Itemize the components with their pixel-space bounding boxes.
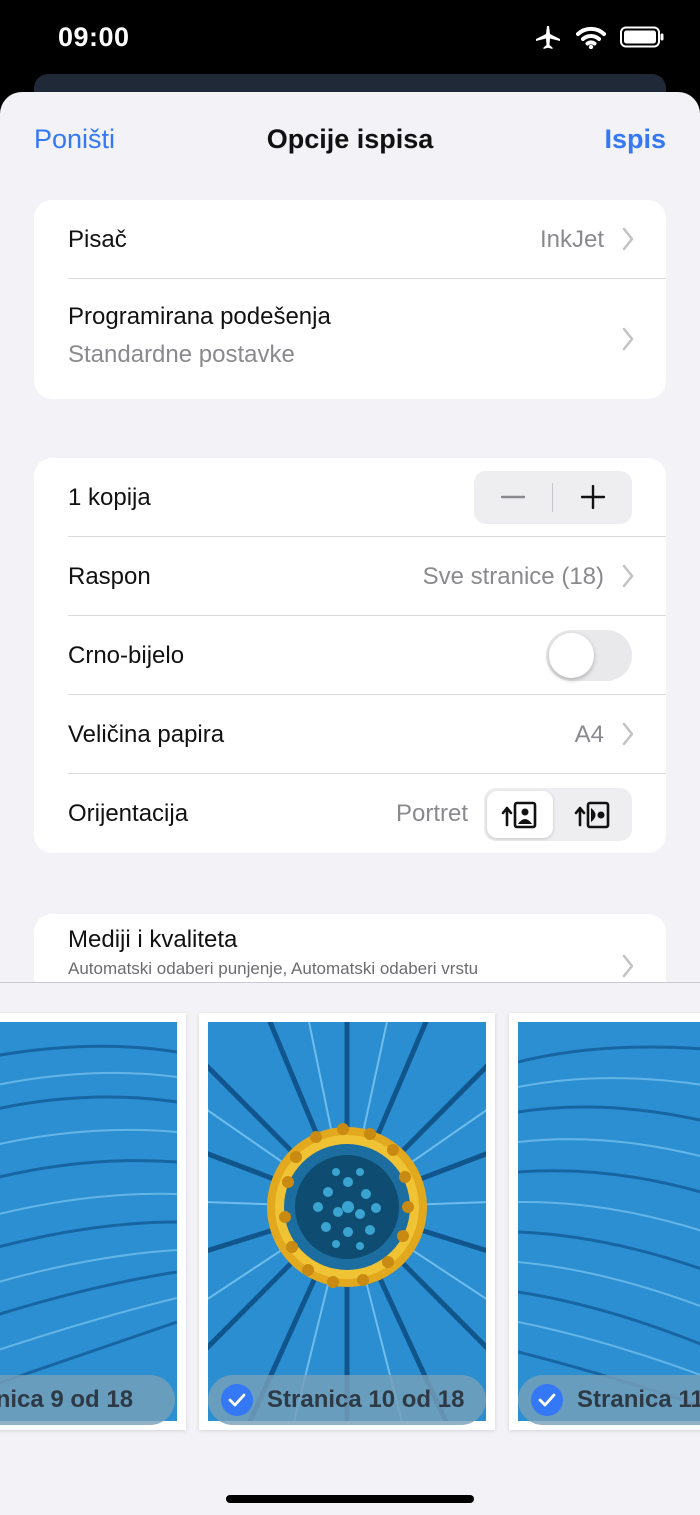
orientation-value: Portret [395,800,468,827]
chevron-right-icon [622,564,634,588]
printer-value: InkJet [539,226,604,253]
black-white-label: Crno-bijelo [68,642,185,669]
presets-row[interactable]: Programirana podešenja Standardne postav… [34,279,666,399]
range-row[interactable]: Raspon Sve stranice (18) [34,537,666,616]
preview-page[interactable]: Stranica 9 od 18 [0,1013,186,1430]
home-indicator[interactable] [226,1495,474,1503]
printer-group: Pisač InkJet Programirana podešenja Stan… [34,200,666,399]
plus-icon [581,485,605,509]
orientation-control [484,788,632,841]
landscape-option[interactable] [557,791,629,838]
increment-button[interactable] [554,471,632,524]
chevron-right-icon [622,227,634,251]
decrement-button[interactable] [474,471,552,524]
print-button[interactable]: Ispis [604,124,666,155]
page-label: Stranica 9 od 18 [0,1386,134,1413]
paper-size-label: Veličina papira [68,721,225,748]
navigation-bar: Opcije ispisa Poništi Ispis [0,92,700,188]
chevron-right-icon [622,722,634,746]
options-group: 1 kopija Raspon Sve stranice (18) Crno-b… [34,458,666,853]
cancel-button[interactable]: Poništi [34,124,115,155]
minus-icon [501,495,525,499]
range-label: Raspon [68,563,151,590]
flower-image [0,1022,177,1421]
copies-row: 1 kopija [34,458,666,537]
orientation-label: Orijentacija [68,800,189,827]
presets-value: Standardne postavke [68,341,295,368]
checkmark-icon [531,1384,563,1416]
battery-icon [620,26,664,48]
page-label-pill: Stranica 11 od 18 [518,1375,700,1425]
page-label: Stranica 10 od 18 [267,1386,465,1413]
flower-image [518,1022,700,1421]
printer-row[interactable]: Pisač InkJet [34,200,666,279]
airplane-icon [536,26,560,49]
preview-page[interactable]: Stranica 10 od 18 [199,1013,495,1430]
chevron-right-icon [622,327,634,351]
portrait-orientation-icon [501,801,537,828]
status-time: 09:00 [58,22,130,52]
stepper-divider [552,483,553,512]
flower-image [208,1022,486,1421]
preview-page[interactable]: Stranica 11 od 18 [509,1013,700,1430]
checkmark-icon [221,1384,253,1416]
orientation-row: Orijentacija Portret [34,774,666,853]
page-label: Stranica 11 od 18 [577,1386,700,1413]
page-preview-strip[interactable]: Stranica 9 od 18 [0,982,700,1515]
chevron-right-icon [622,954,634,978]
status-bar: 09:00 [0,0,700,80]
page-label-pill: Stranica 10 od 18 [208,1375,486,1425]
copies-label: 1 kopija [68,484,151,511]
status-icons [534,24,664,50]
paper-size-value: A4 [574,721,604,748]
black-white-toggle[interactable] [546,630,632,681]
media-quality-value: Automatski odaberi punjenje, Automatski … [68,959,479,978]
paper-size-row[interactable]: Veličina papira A4 [34,695,666,774]
landscape-orientation-icon [574,801,610,828]
portrait-option[interactable] [487,791,553,838]
wifi-icon [576,26,606,49]
toggle-knob [549,633,594,678]
copies-stepper [474,471,632,524]
presets-label: Programirana podešenja [68,303,331,330]
printer-label: Pisač [68,226,127,253]
print-options-sheet: Opcije ispisa Poništi Ispis Pisač InkJet… [0,92,700,1515]
black-white-row: Crno-bijelo [34,616,666,695]
page-label-pill: Stranica 9 od 18 [0,1375,175,1425]
range-value: Sve stranice (18) [422,563,604,590]
